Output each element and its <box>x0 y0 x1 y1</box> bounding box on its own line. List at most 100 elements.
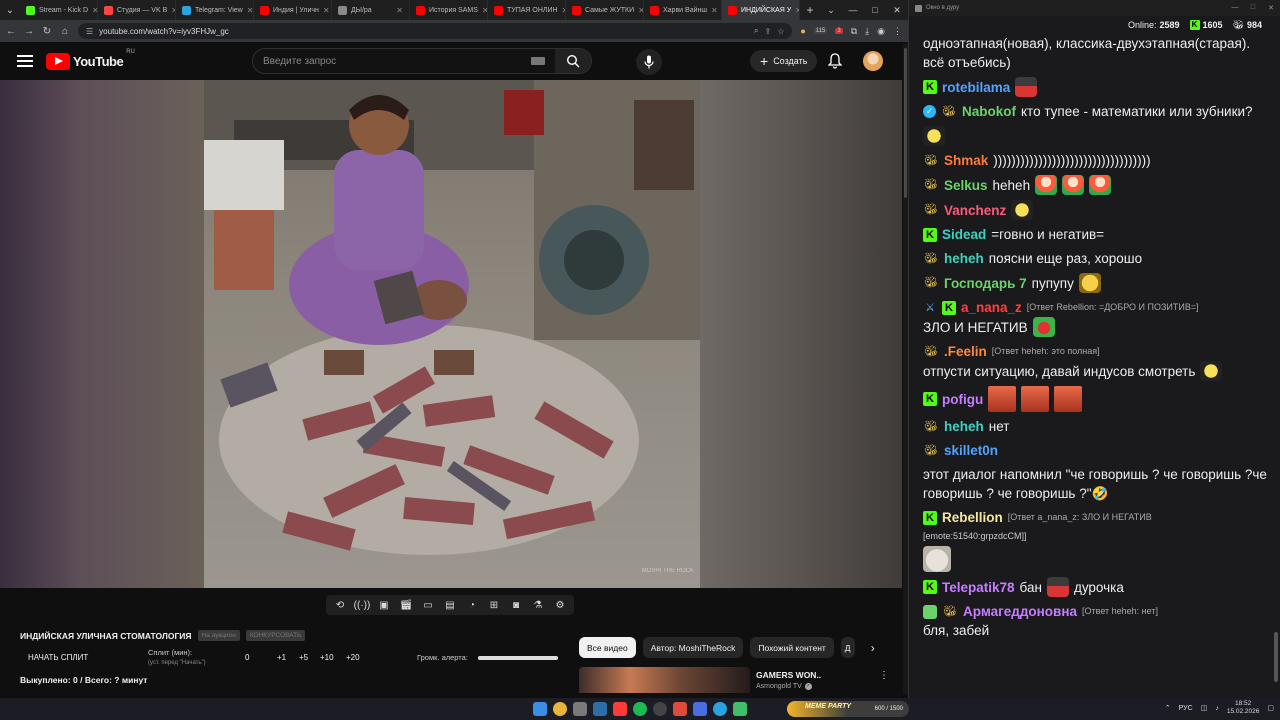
start-menu-icon[interactable] <box>533 702 547 716</box>
app-green-icon[interactable] <box>733 702 747 716</box>
browser-tab[interactable]: Студия — VK В✕ <box>98 0 176 20</box>
close-window-button[interactable]: ✕ <box>886 5 908 16</box>
chat-username[interactable]: Rebellion <box>942 508 1003 527</box>
tab-close-icon[interactable]: ✕ <box>711 6 718 15</box>
account-avatar[interactable] <box>863 51 883 71</box>
chat-username[interactable]: Vanchenz <box>944 201 1006 220</box>
browser-tab[interactable]: Самые ЖУТКИ✕ <box>566 0 644 20</box>
maximize-button[interactable]: □ <box>864 5 886 16</box>
chevron-right-icon[interactable]: › <box>862 641 884 655</box>
tray-chevron-icon[interactable]: ⌃ <box>1165 704 1171 712</box>
steam-icon[interactable] <box>593 702 607 716</box>
settings-gear-icon[interactable]: ⚙ <box>551 597 569 613</box>
network-icon[interactable]: ◫ <box>1201 704 1208 712</box>
chrome-icon[interactable] <box>553 702 567 716</box>
tab-close-icon[interactable]: ✕ <box>396 6 403 15</box>
notifications-bell-icon[interactable] <box>827 53 843 74</box>
add-to-playlist-icon[interactable]: ⊞ <box>485 597 503 613</box>
flask-icon[interactable]: ⚗ <box>529 597 547 613</box>
chat-username[interactable]: Shmak <box>944 151 988 170</box>
site-info-icon[interactable]: ☰ <box>86 27 93 36</box>
bookmark-star-icon[interactable]: ☆ <box>777 27 784 36</box>
loop-icon[interactable]: ⟲ <box>331 597 349 613</box>
chat-username[interactable]: .Feelin <box>944 342 987 361</box>
app-blue-icon[interactable] <box>693 702 707 716</box>
volume-icon[interactable]: ♪ <box>1215 705 1219 712</box>
chat-username[interactable]: skillet0n <box>944 441 998 460</box>
chat-username[interactable]: heheh <box>944 417 984 436</box>
browser-tab[interactable]: Харви Вайнш ✕ <box>644 0 722 20</box>
youtube-logo[interactable]: YouTube RU <box>46 49 135 70</box>
alert-volume-slider[interactable] <box>478 656 558 660</box>
create-button[interactable]: + Создать <box>750 50 818 72</box>
youtube-music-icon[interactable] <box>613 702 627 716</box>
chat-username[interactable]: Nabokof <box>962 102 1016 121</box>
url-field[interactable]: ☰ youtube.com/watch?v=iyv3FHJw_gc ⌕ ⇪ ☆ <box>78 23 793 39</box>
tab-close-icon[interactable]: ✕ <box>323 6 330 15</box>
browser-tab[interactable]: Telegram: View ✕ <box>176 0 254 20</box>
downloads-icon[interactable]: ⤓ <box>865 26 869 37</box>
extension-coin-icon[interactable]: ● <box>800 26 805 36</box>
meme-party-widget[interactable]: MEME PARTY 600 / 1500 <box>787 701 909 717</box>
chat-username[interactable]: Telepatik78 <box>942 578 1015 597</box>
browser-tab[interactable]: Индия | Уличн ✕ <box>254 0 332 20</box>
chat-username[interactable]: Selkus <box>944 176 988 195</box>
share-icon[interactable]: ⇪ <box>764 27 771 36</box>
forward-button[interactable]: → <box>24 26 34 37</box>
home-icon[interactable]: ⌂ <box>60 26 70 37</box>
increment-10-button[interactable]: +10 <box>320 653 334 662</box>
profile-icon[interactable]: ◉ <box>877 26 885 37</box>
voice-search-button[interactable] <box>636 49 662 75</box>
chat-scrollbar-thumb[interactable] <box>1274 632 1278 682</box>
browser-tab[interactable]: Stream - Kick D✕ <box>20 0 98 20</box>
video-player[interactable]: MOSHI THE ROCK <box>0 80 902 588</box>
chat-messages[interactable]: одноэтапная(новая), классика-двухэтапная… <box>909 32 1280 694</box>
theater-mode-icon[interactable]: ▤ <box>441 597 459 613</box>
start-split-button[interactable]: НАЧАТЬ СПЛИТ <box>28 653 88 662</box>
recommended-video[interactable]: GAMERS WON.. Asmongold TV ✓ ⋮ <box>579 667 897 693</box>
page-scrollbar-thumb[interactable] <box>904 48 907 198</box>
obs-icon[interactable] <box>653 702 667 716</box>
reload-button[interactable]: ↻ <box>42 26 52 37</box>
browser-menu-icon[interactable]: ⋮ <box>893 26 902 37</box>
video-frame[interactable]: MOSHI THE ROCK <box>204 80 700 588</box>
increment-1-button[interactable]: +1 <box>277 653 286 662</box>
browser-tab[interactable]: История SAMS ✕ <box>410 0 488 20</box>
telegram-icon[interactable] <box>713 702 727 716</box>
chat-username[interactable]: Господарь 7 <box>944 274 1027 293</box>
hamburger-menu-icon[interactable] <box>17 55 33 67</box>
filter-similar[interactable]: Похожий контент <box>750 637 834 658</box>
extensions-puzzle-icon[interactable]: ⧉ <box>851 26 857 37</box>
language-indicator[interactable]: РУС <box>1179 705 1193 712</box>
increment-5-button[interactable]: +5 <box>299 653 308 662</box>
picture-in-picture-icon[interactable]: ▭ <box>419 597 437 613</box>
watch-later-icon[interactable]: ▣ <box>375 597 393 613</box>
chat-close-button[interactable]: ✕ <box>1262 4 1280 12</box>
recommended-title[interactable]: GAMERS WON.. <box>756 670 821 680</box>
browser-tab[interactable]: ИНДИЙСКАЯ У✕ <box>722 0 800 20</box>
browser-tab[interactable]: ДЫ/pa ✕ <box>332 0 410 20</box>
chat-username[interactable]: rotebilama <box>942 78 1010 97</box>
clapperboard-icon[interactable]: 🎬︎ <box>397 597 415 613</box>
chat-maximize-button[interactable]: □ <box>1244 4 1262 12</box>
recommended-thumbnail[interactable] <box>579 667 750 693</box>
minimize-button[interactable]: — <box>842 5 864 16</box>
increment-20-button[interactable]: +20 <box>346 653 360 662</box>
chat-minimize-button[interactable]: — <box>1226 4 1244 12</box>
more-options-icon[interactable]: ⋮ <box>879 670 889 681</box>
recommended-channel[interactable]: Asmongold TV <box>756 683 802 690</box>
filter-all-videos[interactable]: Все видео <box>579 637 636 658</box>
notifications-icon[interactable]: ▢ <box>1267 704 1274 712</box>
chat-username[interactable]: Sidead <box>942 225 986 244</box>
search-button[interactable] <box>555 49 591 73</box>
chat-username[interactable]: heheh <box>944 249 984 268</box>
search-input[interactable] <box>253 55 531 67</box>
chat-username[interactable]: a_nana_z <box>961 298 1022 317</box>
contest-chip[interactable]: КОНКУРСОВАТЬ <box>245 630 306 641</box>
extension-badge-2[interactable]: 3 <box>835 28 843 34</box>
zoom-icon[interactable]: ⌕ <box>754 26 758 36</box>
chat-scrollbar[interactable] <box>1274 32 1278 692</box>
tab-list-icon[interactable]: ⌄ <box>820 5 842 16</box>
screenshot-camera-icon[interactable]: ◙ <box>507 597 525 613</box>
tab-close-icon[interactable]: ✕ <box>247 6 253 15</box>
